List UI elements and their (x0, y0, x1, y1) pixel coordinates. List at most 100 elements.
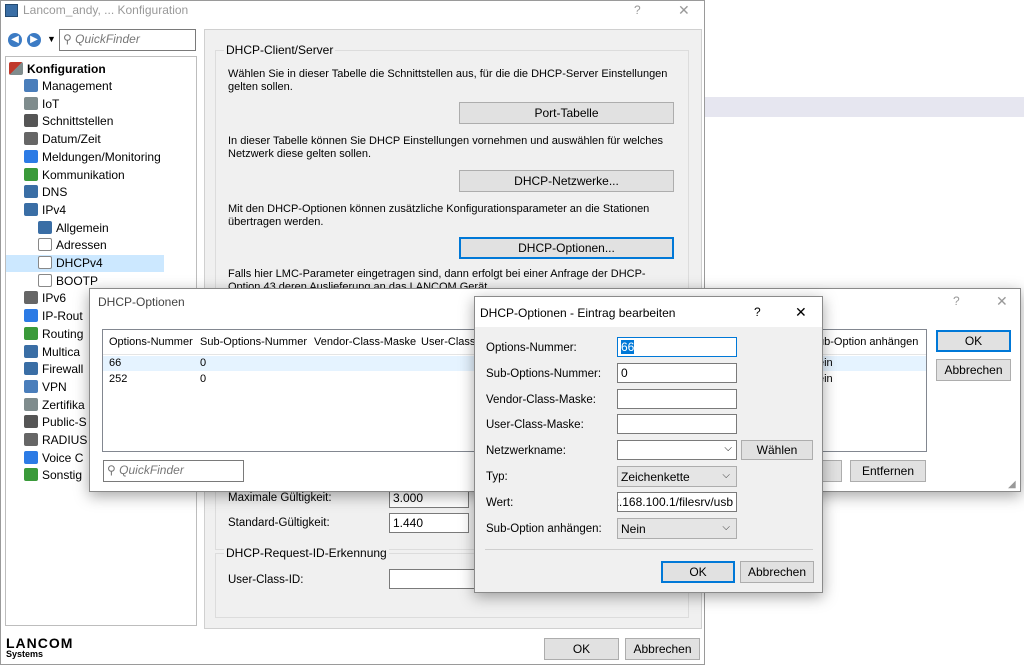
tree-item[interactable]: Kommunikation (24, 167, 125, 184)
options-remove-button[interactable]: Entfernen (850, 460, 926, 482)
tree-node-icon (24, 79, 38, 92)
tree-node-icon (24, 114, 38, 128)
back-icon[interactable]: ◀ (8, 33, 22, 47)
folder-icon (38, 220, 52, 234)
choose-button[interactable]: Wählen (741, 440, 813, 460)
tree-node-icon (24, 309, 38, 323)
tree-node-icon (24, 132, 38, 146)
app-icon (5, 4, 18, 17)
edit-help-button[interactable]: ? (754, 305, 761, 319)
text-port-table: Wählen Sie in dieser Tabelle die Schnitt… (228, 68, 668, 93)
tree-item[interactable]: Sonstig (24, 467, 82, 484)
edit-cancel-button[interactable]: Abbrechen (740, 561, 814, 583)
tree-node-icon (24, 433, 38, 446)
cell-num: 66 (109, 357, 122, 369)
vendor-class-input[interactable] (617, 389, 737, 409)
col-vendor-class[interactable]: Vendor-Class-Maske (314, 336, 416, 348)
resize-grip-icon[interactable]: ◢ (1008, 479, 1016, 490)
value-input[interactable]: 32.168.100.1/filesrv/usb (617, 492, 737, 512)
tree-item[interactable]: Firewall (24, 361, 83, 378)
help-button[interactable]: ? (634, 3, 641, 17)
tree-item[interactable]: DNS (24, 184, 67, 201)
tree-item[interactable]: VPN (24, 379, 67, 396)
options-cancel-button[interactable]: Abbrechen (936, 359, 1011, 381)
tree-item[interactable]: Zertifika (24, 397, 85, 414)
tree-item[interactable]: IPv6 (24, 290, 66, 307)
tree-item[interactable]: Multica (24, 344, 80, 361)
text-dhcp-options: Mit den DHCP-Optionen können zusätzliche… (228, 203, 650, 228)
tree-item[interactable]: RADIUS (24, 432, 87, 449)
search-icon: ⚲ (107, 463, 116, 477)
page-icon (38, 256, 52, 269)
tree-item[interactable]: Meldungen/Monitoring (24, 149, 161, 166)
forward-icon[interactable]: ▶ (27, 33, 41, 47)
chevron-down-icon: ⌵ (724, 443, 732, 454)
edit-divider (485, 549, 813, 550)
tree-item[interactable]: Routing (24, 326, 83, 343)
network-name-select[interactable]: ⌵ (617, 440, 737, 460)
group2-title: DHCP-Request-ID-Erkennung (224, 546, 389, 560)
dhcp-networks-button[interactable]: DHCP-Netzwerke... (459, 170, 674, 192)
tree-item-ipv4-child[interactable]: DHCPv4 (6, 255, 164, 272)
options-dialog-title: DHCP-Optionen (98, 295, 185, 309)
main-cancel-button[interactable]: Abbrechen (625, 638, 700, 660)
close-button[interactable]: ✕ (678, 2, 690, 19)
options-number-input[interactable]: 66 (617, 337, 737, 357)
append-select[interactable]: Nein ⌵ (617, 518, 737, 539)
tree-item-ipv4-child[interactable]: Adressen (38, 237, 107, 254)
tree-item[interactable]: Management (24, 78, 112, 95)
tree-root[interactable]: Konfiguration (9, 61, 106, 78)
userclass-label: User-Class-ID: (228, 574, 304, 586)
tree-node-icon (24, 167, 38, 181)
edit-titlebar: DHCP-Optionen - Eintrag bearbeiten ? ✕ (475, 297, 822, 327)
tree-item[interactable]: IPv4 (24, 202, 66, 219)
dhcp-options-button[interactable]: DHCP-Optionen... (459, 237, 674, 259)
tree-item[interactable]: Datum/Zeit (24, 131, 101, 148)
tree-item[interactable]: Public-S (24, 414, 87, 431)
tree-node-icon (24, 291, 38, 305)
tree-node-icon (24, 202, 38, 216)
history-dropdown-icon[interactable]: ▼ (47, 34, 56, 44)
tree-node-icon (24, 149, 38, 163)
vendor-class-label: Vendor-Class-Maske: (486, 394, 596, 406)
background-strip (705, 97, 1024, 117)
tree-node-icon (24, 185, 38, 199)
options-help-button[interactable]: ? (953, 294, 960, 308)
options-close-button[interactable]: ✕ (996, 293, 1008, 310)
quickfinder-input[interactable]: ⚲ QuickFinder (59, 29, 196, 51)
col-user-class[interactable]: User-Class- (421, 336, 479, 348)
type-select[interactable]: Zeichenkette ⌵ (617, 466, 737, 487)
col-sub-options-nummer[interactable]: Sub-Options-Nummer (200, 336, 307, 348)
cell-sub: 0 (200, 373, 207, 385)
col-options-nummer[interactable]: Options-Nummer (109, 336, 193, 348)
userclass-input[interactable] (389, 569, 479, 589)
tree-item-ipv4-child[interactable]: Allgemein (38, 220, 109, 237)
window-title: Lancom_andy, ... Konfiguration (23, 3, 189, 17)
port-table-button[interactable]: Port-Tabelle (459, 102, 674, 124)
tree-item[interactable]: IoT (24, 96, 59, 113)
user-class-input[interactable] (617, 414, 737, 434)
search-icon: ⚲ (63, 32, 72, 46)
user-class-label: User-Class-Maske: (486, 419, 584, 431)
edit-close-button[interactable]: ✕ (795, 304, 807, 321)
chevron-down-icon: ⌵ (722, 522, 730, 533)
main-ok-button[interactable]: OK (544, 638, 619, 660)
edit-dialog-title: DHCP-Optionen - Eintrag bearbeiten (480, 306, 676, 320)
tree-item[interactable]: Voice C (24, 450, 83, 467)
tree-item[interactable]: IP-Rout (24, 308, 83, 325)
network-name-label: Netzwerkname: (486, 445, 566, 457)
tree-node-icon (24, 362, 38, 376)
tree-item[interactable]: Schnittstellen (24, 113, 113, 130)
append-label: Sub-Option anhängen: (486, 523, 602, 535)
options-ok-button[interactable]: OK (936, 330, 1011, 352)
tree-node-icon (24, 96, 38, 110)
group-title: DHCP-Client/Server (224, 43, 336, 57)
std-validity-input[interactable]: 1.440 (389, 513, 469, 533)
sub-options-number-input[interactable]: 0 (617, 363, 737, 383)
edit-entry-dialog: DHCP-Optionen - Eintrag bearbeiten ? ✕ O… (474, 296, 823, 593)
col-append[interactable]: ub-Option anhängen (818, 336, 918, 348)
page-icon (38, 238, 52, 252)
tree-node-icon (24, 468, 38, 482)
edit-ok-button[interactable]: OK (661, 561, 735, 583)
options-quickfinder[interactable]: ⚲ QuickFinder (103, 460, 244, 482)
